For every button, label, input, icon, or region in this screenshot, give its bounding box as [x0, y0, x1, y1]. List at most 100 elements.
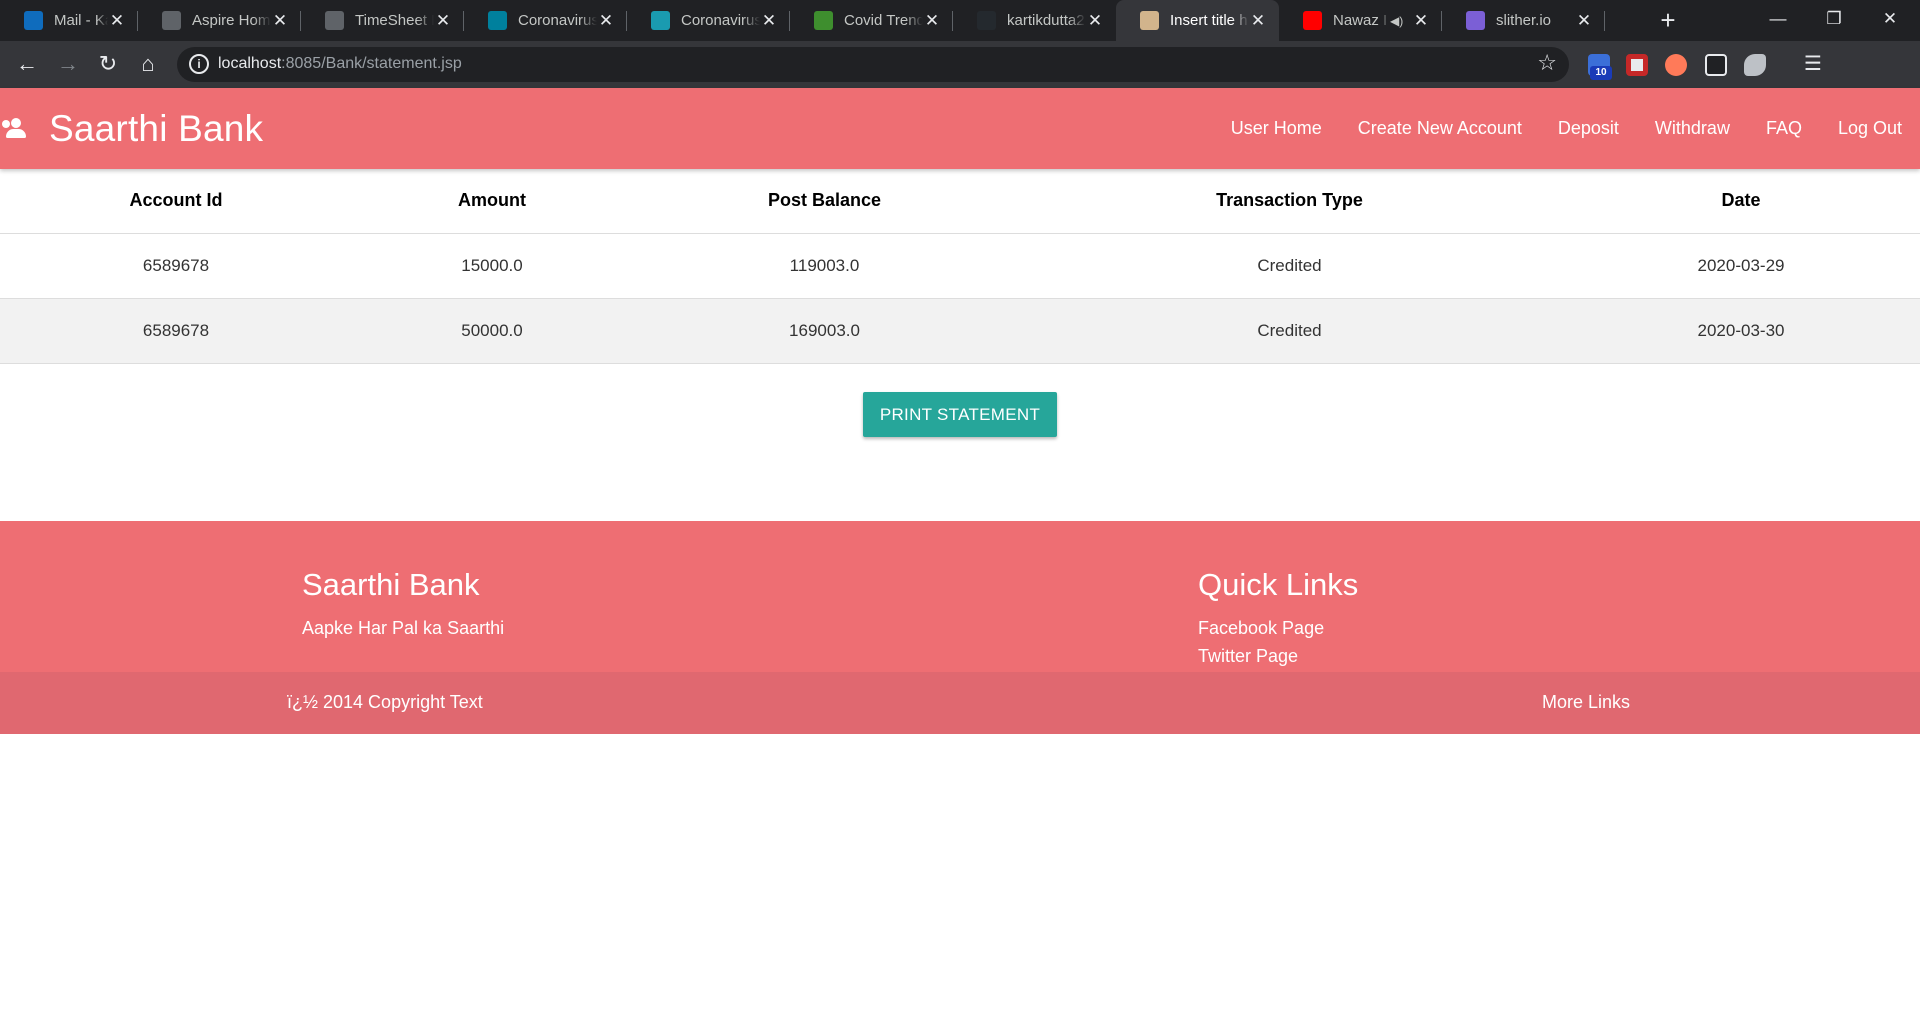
back-arrow-icon[interactable]: ← [11, 48, 43, 80]
url-text[interactable]: localhost:8085/Bank/statement.jsp [218, 55, 462, 73]
close-tab-icon[interactable]: ✕ [1412, 11, 1430, 31]
reload-icon[interactable]: ↻ [92, 48, 124, 80]
twitter-page-link[interactable]: Twitter Page [1198, 642, 1358, 670]
browser-tab[interactable]: Nawaz I ◀) ✕ [1279, 0, 1442, 41]
nav-deposit[interactable]: Deposit [1540, 118, 1637, 139]
site-info-icon[interactable]: i [189, 54, 209, 74]
header-account-id: Account Id [0, 169, 352, 234]
navbar: Saarthi Bank User Home Create New Accoun… [0, 88, 1920, 169]
close-window-button[interactable]: ✕ [1862, 0, 1918, 41]
header-date: Date [1562, 169, 1920, 234]
extension-badge: 10 [1590, 66, 1612, 80]
speaker-icon[interactable]: ◀) [1390, 14, 1406, 28]
cell-transaction-type: Credited [1017, 233, 1562, 299]
close-tab-icon[interactable]: ✕ [271, 11, 289, 31]
close-tab-icon[interactable]: ✕ [434, 11, 452, 31]
pocket-extension-icon[interactable] [1626, 54, 1648, 76]
copyright-text: ï¿½ 2014 Copyright Text [287, 692, 483, 712]
tab-title: Insert title h [1170, 12, 1248, 29]
quick-links-title: Quick Links [1198, 567, 1359, 602]
cell-amount: 15000.0 [352, 233, 632, 299]
cell-transaction-type: Credited [1017, 298, 1562, 364]
table-row: 6589678 15000.0 119003.0 Credited 2020-0… [0, 233, 1920, 299]
restore-window-button[interactable]: ❐ [1806, 0, 1862, 41]
table-header-row: Account Id Amount Post Balance Transacti… [0, 169, 1920, 234]
brand-logo[interactable]: Saarthi Bank [0, 88, 263, 169]
youtube-icon [1303, 11, 1322, 30]
cell-date: 2020-03-30 [1562, 298, 1920, 364]
browser-tab[interactable]: TimeSheet E ✕ [301, 0, 464, 41]
github-icon [977, 11, 996, 30]
facebook-page-link[interactable]: Facebook Page [1198, 614, 1358, 642]
brand-title: Saarthi Bank [49, 107, 264, 149]
close-tab-icon[interactable]: ✕ [1575, 11, 1593, 31]
table-row: 6589678 50000.0 169003.0 Credited 2020-0… [0, 298, 1920, 364]
browser-tab[interactable]: slither.io ✕ [1442, 0, 1605, 41]
browser-tab[interactable]: Aspire Home ✕ [138, 0, 301, 41]
cell-date: 2020-03-29 [1562, 233, 1920, 299]
footer-title: Saarthi Bank [302, 567, 480, 602]
close-tab-icon[interactable]: ✕ [108, 11, 126, 31]
statement-table: Account Id Amount Post Balance Transacti… [0, 169, 1920, 364]
close-tab-icon[interactable]: ✕ [760, 11, 778, 31]
globe-icon [325, 11, 344, 30]
tab-title: TimeSheet E [355, 12, 434, 29]
footer: Saarthi Bank Aapke Har Pal ka Saarthi Qu… [0, 521, 1920, 734]
header-amount: Amount [352, 169, 632, 234]
tab-title: Coronavirus [518, 12, 597, 29]
bing-icon [488, 11, 507, 30]
cell-account-id: 6589678 [0, 298, 352, 364]
extension-icon[interactable] [1665, 54, 1687, 76]
close-tab-icon[interactable]: ✕ [597, 11, 615, 31]
address-bar[interactable]: i localhost:8085/Bank/statement.jsp ☆ [177, 47, 1569, 82]
nav-user-home[interactable]: User Home [1213, 118, 1340, 139]
browser-tab-strip: Mail - Kartik✕Aspire Home✕TimeSheet E✕Co… [0, 0, 1920, 41]
cell-post-balance: 169003.0 [632, 298, 1017, 364]
nav-create-new-account[interactable]: Create New Account [1340, 118, 1540, 139]
globe-icon [162, 11, 181, 30]
browser-tab[interactable]: Insert title h ✕ [1116, 0, 1279, 41]
close-tab-icon[interactable]: ✕ [1249, 11, 1267, 31]
cell-account-id: 6589678 [0, 233, 352, 299]
more-links-link[interactable]: More Links [1542, 692, 1630, 713]
browser-tab[interactable]: kartikdutta2 ✕ [953, 0, 1116, 41]
browser-tab[interactable]: Covid Trend ✕ [790, 0, 953, 41]
browser-tab[interactable]: Mail - Kartik✕ [0, 0, 138, 41]
browser-tab[interactable]: Coronavirus ✕ [464, 0, 627, 41]
footer-about: Saarthi Bank Aapke Har Pal ka Saarthi [302, 567, 504, 639]
header-transaction-type: Transaction Type [1017, 169, 1562, 234]
cell-amount: 50000.0 [352, 298, 632, 364]
footer-tagline: Aapke Har Pal ka Saarthi [302, 618, 505, 638]
footer-copyright-bar: ï¿½ 2014 Copyright Text More Links [0, 672, 1920, 734]
media-queue-icon[interactable]: ☰ [1797, 48, 1829, 80]
slither-icon [1466, 11, 1485, 30]
close-tab-icon[interactable]: ✕ [923, 11, 941, 31]
nav-log-out[interactable]: Log Out [1820, 118, 1920, 139]
nav-faq[interactable]: FAQ [1748, 118, 1820, 139]
close-tab-icon[interactable]: ✕ [1086, 11, 1104, 31]
minimize-window-button[interactable]: — [1750, 0, 1806, 41]
print-statement-button[interactable]: PRINT STATEMENT [863, 392, 1057, 437]
home-icon[interactable]: ⌂ [132, 48, 164, 80]
tab-title: Covid Trend [844, 12, 923, 29]
outlook-icon [24, 11, 43, 30]
web-page: Saarthi Bank User Home Create New Accoun… [0, 88, 1920, 1030]
forward-arrow-icon[interactable]: → [52, 48, 84, 80]
bookmark-star-icon[interactable]: ☆ [1537, 50, 1557, 76]
tab-title: Aspire Home [192, 12, 271, 29]
tracker-icon [651, 11, 670, 30]
tab-separator [1604, 11, 1605, 31]
browser-tab[interactable]: Coronavirus ✕ [627, 0, 790, 41]
tab-title: Nawaz I [1333, 12, 1388, 29]
header-post-balance: Post Balance [632, 169, 1017, 234]
footer-quick-links: Quick Links Facebook Page Twitter Page [1198, 567, 1358, 670]
tab-title: Coronavirus [681, 12, 760, 29]
nav-links: User Home Create New Account Deposit Wit… [1213, 88, 1920, 169]
nav-withdraw[interactable]: Withdraw [1637, 118, 1748, 139]
tab-title: Mail - Kartik [54, 12, 108, 29]
picture-in-picture-icon[interactable] [1705, 54, 1727, 76]
tab-title: kartikdutta2 [1007, 12, 1085, 29]
extension-icon[interactable] [1744, 54, 1766, 76]
browser-toolbar: ← → ↻ ⌂ i localhost:8085/Bank/statement.… [0, 41, 1920, 119]
new-tab-button[interactable]: + [1654, 6, 1682, 34]
